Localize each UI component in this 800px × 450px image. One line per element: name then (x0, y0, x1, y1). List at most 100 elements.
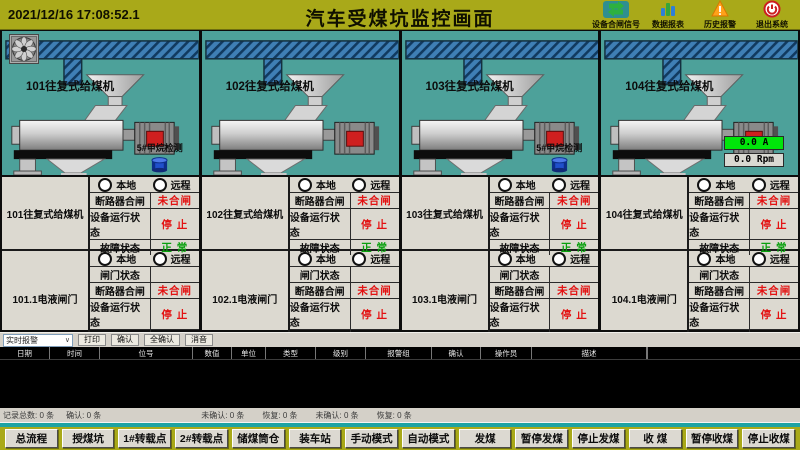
nav-button[interactable]: 总流程 (5, 429, 58, 448)
remote-radio[interactable] (752, 252, 766, 266)
nav-button[interactable]: 停止发煤 (572, 429, 625, 448)
breaker-label: 断路器合闸 (290, 283, 351, 298)
breaker-label: 断路器合闸 (90, 193, 151, 208)
alarm-toolbar-button[interactable]: 打印 (78, 334, 106, 346)
data-report-button[interactable]: 数据报表 (642, 0, 694, 30)
local-radio[interactable] (697, 252, 711, 266)
valve-status-panel: 102.1电液闸门 本地 远程 闸门状态 断路器合闸未合闸 设备运行状态停 止 … (202, 251, 399, 345)
alarm-table-body[interactable] (0, 360, 800, 408)
bottom-nav: 总流程授煤坑1#转载点2#转载点储煤筒仓装车站手动模式自动模式发煤暂停发煤停止发… (0, 427, 800, 450)
run-state-label: 设备运行状态 (689, 209, 750, 239)
run-state-value: 停 止 (750, 209, 798, 239)
nav-button[interactable]: 授煤坑 (62, 429, 115, 448)
alarm-toolbar-button[interactable]: 确认 (111, 334, 139, 346)
nav-button[interactable]: 发煤 (459, 429, 512, 448)
equipment-panel-104: 104往复式给煤机 0.0 A 0.0 Rpm (601, 31, 798, 175)
alarm-column-header[interactable]: 操作员 (481, 347, 532, 359)
local-radio[interactable] (98, 252, 112, 266)
nav-button[interactable]: 手动模式 (345, 429, 398, 448)
nav-button[interactable]: 2#转载点 (175, 429, 228, 448)
breaker-value: 未合闸 (550, 193, 598, 208)
alarm-count: 未确认: 0 条 (316, 410, 359, 421)
breaker-label: 断路器合闸 (490, 193, 551, 208)
remote-radio[interactable] (153, 252, 167, 266)
valve-status-panel: 103.1电液闸门 本地 远程 闸门状态 断路器合闸未合闸 设备运行状态停 止 … (402, 251, 599, 345)
alarm-filter-select[interactable]: 实时报警 ∨ (3, 334, 73, 347)
breaker-value: 未合闸 (351, 283, 399, 298)
alarm-column-header[interactable]: 描述 (532, 347, 647, 359)
methane-detector-icon (550, 156, 569, 173)
valve-status-panel: 101.1电液闸门 本地 远程 闸门状态 断路器合闸未合闸 设备运行状态停 止 … (2, 251, 199, 345)
device-close-signal-button[interactable]: 设备合闸信号 (590, 0, 642, 30)
gate-state-value (750, 267, 798, 282)
valve-name: 101.1电液闸门 (2, 251, 90, 345)
alarm-column-header[interactable]: 单位 (232, 347, 266, 359)
gate-state-label: 闸门状态 (290, 267, 351, 282)
exit-system-button[interactable]: 退出系统 (746, 0, 798, 30)
alarm-column-header[interactable]: 数值 (193, 347, 232, 359)
run-state-label: 设备运行状态 (490, 209, 551, 239)
equipment-label: 101往复式给煤机 (26, 78, 114, 94)
run-state-value: 停 止 (550, 209, 598, 239)
gate-state-value (151, 267, 199, 282)
nav-button[interactable]: 暂停收煤 (686, 429, 739, 448)
nav-button[interactable]: 储煤筒仓 (232, 429, 285, 448)
history-alarm-button[interactable]: 历史报警 (694, 0, 746, 30)
gate-state-label: 闸门状态 (689, 267, 750, 282)
run-state-value: 停 止 (351, 209, 399, 239)
nav-button[interactable]: 自动模式 (402, 429, 455, 448)
nav-button[interactable]: 装车站 (289, 429, 342, 448)
alarm-count: 未确认: 0 条 (201, 410, 244, 421)
local-radio[interactable] (98, 178, 112, 192)
local-radio[interactable] (697, 178, 711, 192)
equipment-panel-102: 102往复式给煤机 (202, 31, 399, 175)
alarm-column-header[interactable]: 类型 (266, 347, 316, 359)
alarm-column-header[interactable]: 报警组 (366, 347, 432, 359)
nav-button[interactable]: 1#转载点 (118, 429, 171, 448)
feeder-status-panel: 104往复式给煤机 本地 远程 断路器合闸未合闸 设备运行状态停 止 故障状态正… (601, 177, 798, 251)
feeder-graphic (202, 31, 399, 175)
feeder-status-panel: 102往复式给煤机 本地 远程 断路器合闸未合闸 设备运行状态停 止 故障状态正… (202, 177, 399, 251)
equipment-label: 104往复式给煤机 (625, 78, 713, 94)
remote-radio[interactable] (552, 252, 566, 266)
run-state-value: 停 止 (351, 299, 399, 329)
remote-radio[interactable] (752, 178, 766, 192)
remote-radio[interactable] (352, 252, 366, 266)
alarm-toolbar-button[interactable]: 消音 (185, 334, 213, 346)
breaker-value: 未合闸 (750, 193, 798, 208)
local-radio[interactable] (498, 178, 512, 192)
alarm-summary-bar: 记录总数: 0 条确认: 0 条未确认: 0 条恢复: 0 条未确认: 0 条恢… (0, 408, 800, 422)
breaker-value: 未合闸 (351, 193, 399, 208)
local-radio[interactable] (298, 178, 312, 192)
feeder-name: 103往复式给煤机 (402, 177, 490, 249)
fan-icon (9, 34, 39, 64)
remote-radio[interactable] (552, 178, 566, 192)
feeder-status-panel: 101往复式给煤机 本地 远程 断路器合闸未合闸 设备运行状态停 止 故障状态正… (2, 177, 199, 251)
nav-button[interactable]: 停止收煤 (742, 429, 795, 448)
equipment-panel-103: 103往复式给煤机 5#甲烷检测 (402, 31, 599, 175)
feeder-name: 104往复式给煤机 (601, 177, 689, 249)
breaker-value: 未合闸 (750, 283, 798, 298)
nav-button[interactable]: 收 煤 (629, 429, 682, 448)
valve-name: 104.1电液闸门 (601, 251, 689, 345)
alarm-column-header[interactable]: 位号 (100, 347, 193, 359)
alarm-column-header[interactable]: 日期 (0, 347, 50, 359)
remote-radio[interactable] (153, 178, 167, 192)
run-state-label: 设备运行状态 (90, 209, 151, 239)
nav-button[interactable]: 暂停发煤 (515, 429, 568, 448)
warning-triangle-icon (711, 1, 729, 18)
alarm-table-header: 日期时间位号数值单位类型级别报警组确认操作员描述 (0, 347, 800, 360)
alarm-column-header[interactable]: 时间 (50, 347, 100, 359)
alarm-toolbar-button[interactable]: 全确认 (144, 334, 180, 346)
run-state-label: 设备运行状态 (290, 209, 351, 239)
gate-state-value (351, 267, 399, 282)
alarm-column-header[interactable]: 级别 (316, 347, 366, 359)
equipment-panel-101: 101往复式给煤机 5#甲烷检测 (2, 31, 199, 175)
local-radio[interactable] (498, 252, 512, 266)
valve-name: 102.1电液闸门 (202, 251, 290, 345)
run-state-label: 设备运行状态 (689, 299, 750, 329)
hmi-screen: 2021/12/16 17:08:52.1 汽车受煤坑监控画面 设备合闸信号 (0, 0, 800, 450)
alarm-column-header[interactable]: 确认 (432, 347, 481, 359)
local-radio[interactable] (298, 252, 312, 266)
remote-radio[interactable] (352, 178, 366, 192)
